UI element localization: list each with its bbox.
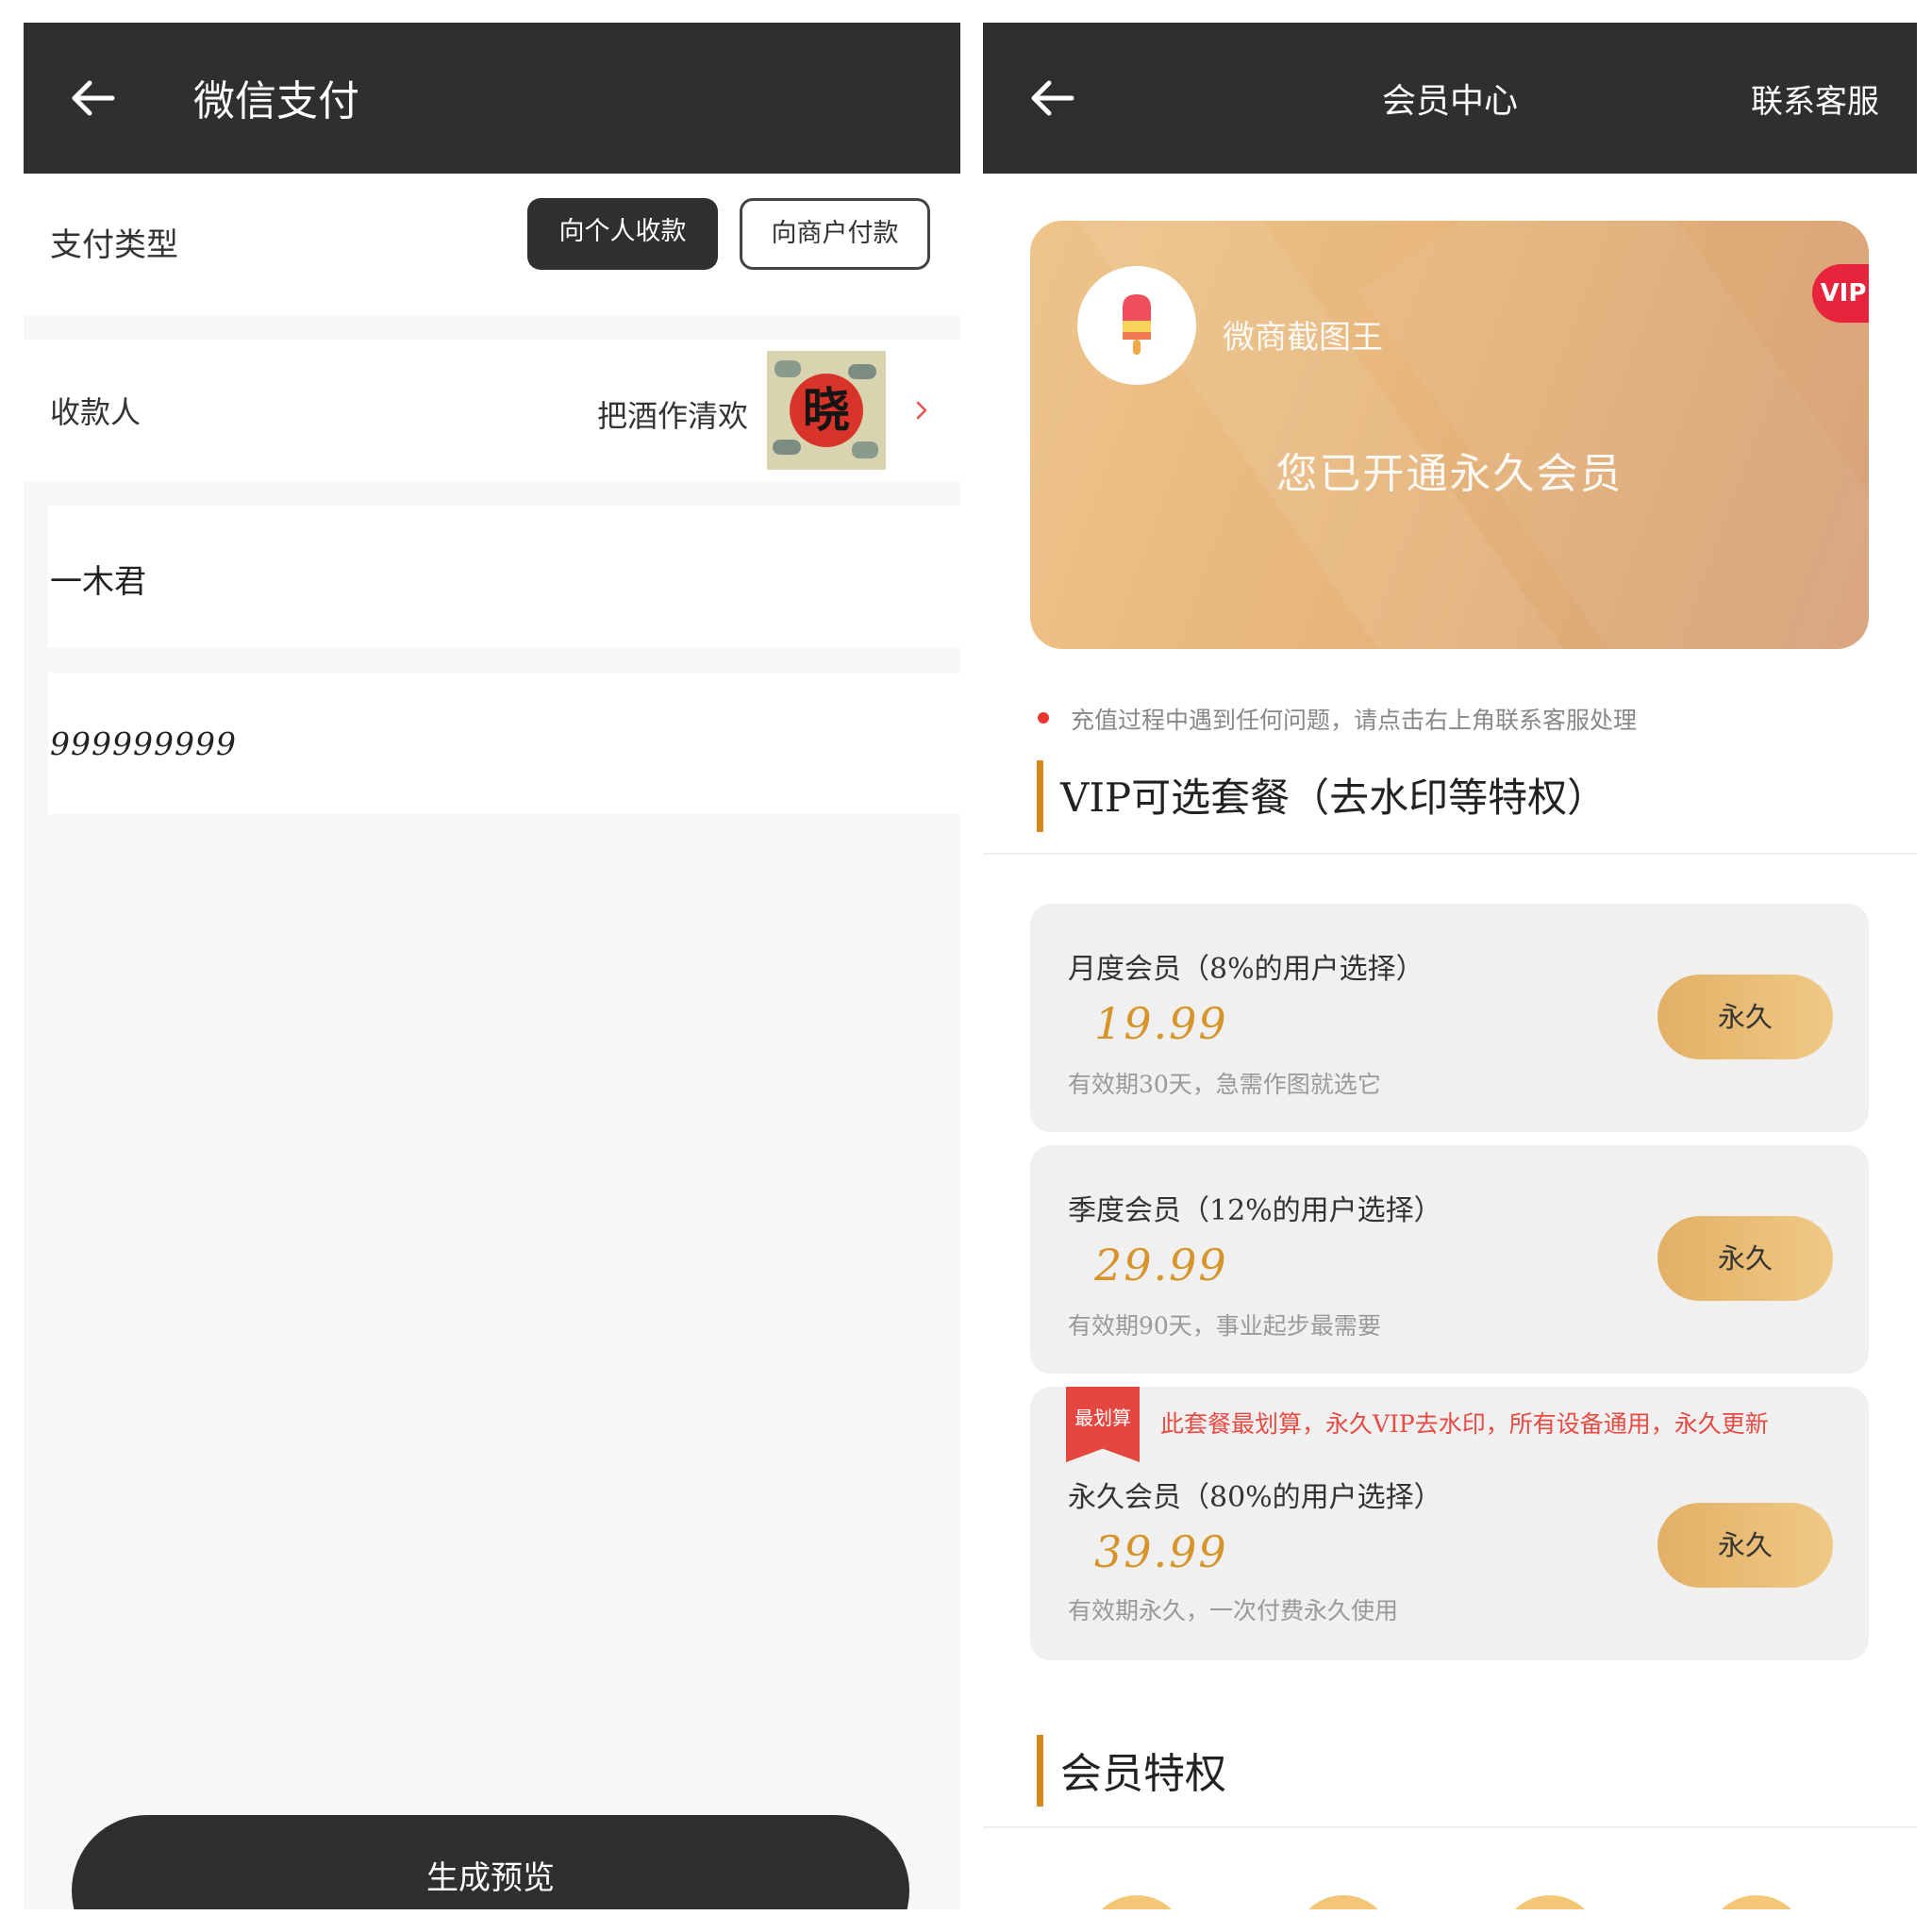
- amount-field[interactable]: 999999999: [48, 673, 960, 814]
- buy-lifetime-button[interactable]: 永久: [1657, 1503, 1833, 1588]
- back-arrow-icon[interactable]: [63, 68, 124, 128]
- user-avatar: [1077, 266, 1196, 385]
- plan-price: 19.99: [1094, 998, 1228, 1049]
- payee-avatar-char: 晓: [803, 382, 850, 438]
- plan-price: 39.99: [1094, 1526, 1228, 1577]
- membership-status: 您已开通永久会员: [1275, 450, 1624, 498]
- left-app-bar: 微信支付: [24, 23, 960, 174]
- chevron-right-icon: [916, 401, 927, 420]
- vip-badge: VIP: [1812, 264, 1869, 323]
- plan-name: 季度会员（12%的用户选择）: [1068, 1194, 1442, 1227]
- payee-avatar: 晓: [767, 351, 886, 470]
- payee-name: 把酒作清欢: [596, 398, 748, 434]
- plan-description: 有效期30天，急需作图就选它: [1068, 1071, 1381, 1098]
- support-perk-icon[interactable]: [1500, 1895, 1600, 1909]
- popsicle-icon: [1123, 294, 1151, 355]
- home-perk-icon[interactable]: [1293, 1895, 1393, 1909]
- section-accent-bar: [1037, 760, 1043, 832]
- best-value-ribbon: 最划算: [1066, 1387, 1140, 1462]
- payment-type-row: 支付类型 向个人收款 向商户付款: [24, 174, 960, 315]
- page-title: 微信支付: [193, 77, 359, 125]
- member-center-screen: 会员中心 联系客服 微商截图王 VIP 您已开通永久会员 充值过程中遇到任何问题…: [983, 23, 1917, 1909]
- plan-description: 有效期永久，一次付费永久使用: [1068, 1597, 1399, 1624]
- buy-quarterly-button[interactable]: 永久: [1657, 1216, 1833, 1301]
- wechat-pay-screen: 微信支付 支付类型 向个人收款 向商户付款 收款人 把酒作清欢 晓 一木君 99…: [24, 23, 960, 1909]
- name-field[interactable]: 一木君: [48, 506, 960, 647]
- plan-name: 月度会员（8%的用户选择）: [1068, 953, 1424, 986]
- right-app-bar: 会员中心 联系客服: [983, 23, 1917, 174]
- generate-preview-button[interactable]: 生成预览: [72, 1815, 909, 1909]
- promo-text: 此套餐最划算，永久VIP去水印，所有设备通用，永久更新: [1160, 1410, 1769, 1438]
- section-divider: [983, 1826, 1917, 1828]
- name-field-value: 一木君: [50, 563, 146, 601]
- payment-type-label: 支付类型: [50, 226, 178, 264]
- username: 微商截图王: [1223, 319, 1383, 357]
- plans-section-title: VIP可选套餐（去水印等特权）: [1060, 774, 1607, 821]
- pay-merchant-button[interactable]: 向商户付款: [740, 198, 930, 270]
- notice-dot: [1038, 712, 1049, 724]
- image-perk-icon[interactable]: [1087, 1895, 1187, 1909]
- plan-card-lifetime[interactable]: 最划算 此套餐最划算，永久VIP去水印，所有设备通用，永久更新 永久会员（80%…: [1030, 1387, 1869, 1660]
- contact-support-link[interactable]: 联系客服: [1751, 72, 1879, 132]
- plan-price: 29.99: [1094, 1240, 1228, 1291]
- clock-perk-icon[interactable]: [1707, 1895, 1807, 1909]
- receive-personal-button[interactable]: 向个人收款: [527, 198, 718, 270]
- plan-card-quarterly[interactable]: 季度会员（12%的用户选择） 29.99 有效期90天，事业起步最需要 永久: [1030, 1145, 1869, 1374]
- vip-status-card: 微商截图王 VIP 您已开通永久会员: [1030, 221, 1869, 649]
- section-accent-bar: [1037, 1735, 1043, 1807]
- perks-section-title: 会员特权: [1060, 1750, 1226, 1798]
- amount-field-value: 999999999: [50, 725, 237, 762]
- plan-name: 永久会员（80%的用户选择）: [1068, 1481, 1442, 1514]
- payee-row[interactable]: 收款人 把酒作清欢 晓: [24, 340, 960, 481]
- section-divider: [983, 853, 1917, 855]
- buy-monthly-button[interactable]: 永久: [1657, 974, 1833, 1059]
- plan-card-monthly[interactable]: 月度会员（8%的用户选择） 19.99 有效期30天，急需作图就选它 永久: [1030, 904, 1869, 1132]
- payee-label: 收款人: [50, 394, 142, 430]
- plan-description: 有效期90天，事业起步最需要: [1068, 1312, 1381, 1340]
- notice-text: 充值过程中遇到任何问题，请点击右上角联系客服处理: [1071, 707, 1638, 734]
